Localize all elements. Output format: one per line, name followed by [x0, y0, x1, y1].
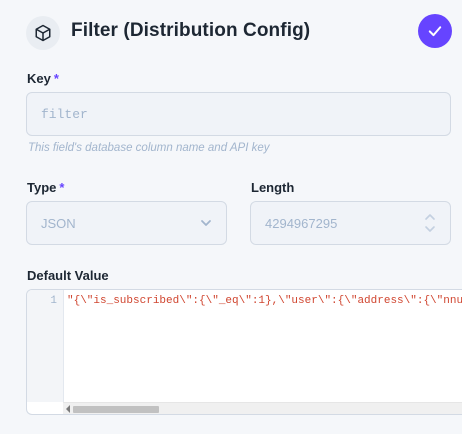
line-gutter: 1 [27, 290, 64, 402]
required-mark: * [53, 71, 59, 86]
box-icon [26, 16, 60, 50]
length-input[interactable]: 4294967295 [250, 201, 451, 245]
scrollbar-thumb[interactable] [73, 406, 159, 413]
page-title: Filter (Distribution Config) [71, 20, 311, 41]
type-select[interactable]: JSON [26, 201, 227, 245]
key-field-note: This field's database column name and AP… [28, 142, 270, 154]
scroll-left-icon[interactable] [66, 405, 70, 413]
key-label: Key * [27, 71, 59, 86]
type-label: Type * [27, 180, 65, 195]
key-input[interactable]: filter [26, 92, 451, 136]
key-input-value: filter [41, 107, 88, 122]
length-input-value: 4294967295 [265, 216, 338, 231]
stepper-arrows-icon[interactable] [424, 212, 436, 234]
horizontal-scrollbar[interactable] [63, 402, 462, 414]
required-mark: * [59, 180, 65, 195]
field-config-panel: Filter (Distribution Config) Key * filter… [0, 0, 462, 434]
default-value-label: Default Value [27, 268, 109, 283]
line-number: 1 [50, 295, 57, 307]
chevron-down-icon [201, 220, 211, 226]
panel-header: Filter (Distribution Config) [0, 0, 462, 64]
default-value-editor[interactable]: 1 "{\"is_subscribed\":{\"_eq\":1},\"user… [26, 289, 462, 415]
check-icon [428, 26, 442, 37]
length-label: Length [251, 180, 295, 195]
code-line: "{\"is_subscribed\":{\"_eq\":1},\"user\"… [67, 295, 462, 307]
confirm-button[interactable] [418, 14, 452, 48]
type-select-value: JSON [41, 216, 76, 231]
